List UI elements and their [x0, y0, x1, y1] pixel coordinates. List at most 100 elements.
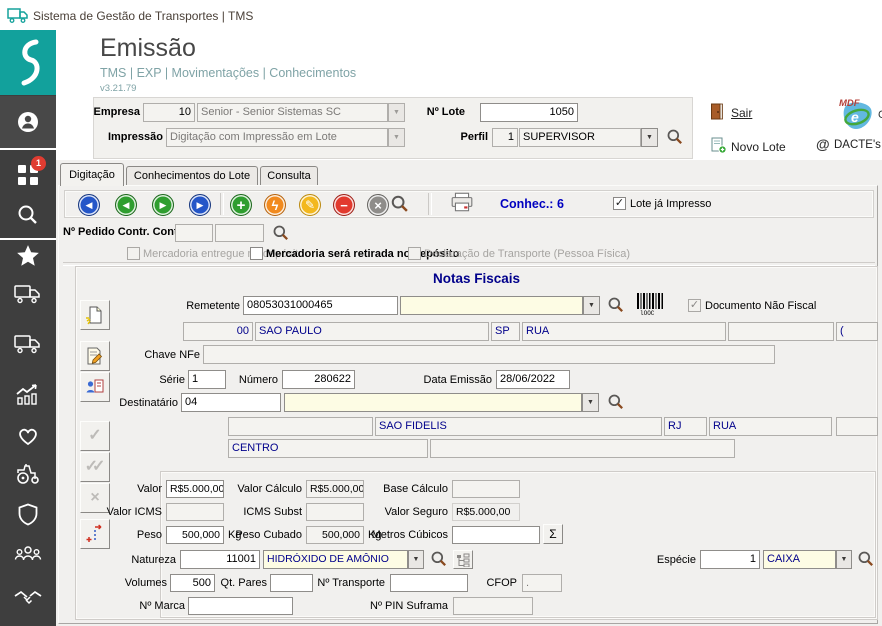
sidebar-item-performance[interactable] [15, 382, 41, 406]
qt-pares-field[interactable] [270, 574, 313, 592]
x-icon: × [90, 489, 100, 506]
edit-button[interactable]: ✎ [299, 194, 321, 216]
person-document-button[interactable] [80, 372, 110, 402]
tab-conhecimentos-do-lote[interactable]: Conhecimentos do Lote [126, 166, 258, 186]
dropdown-arrow-icon[interactable]: ▼ [408, 550, 424, 569]
natureza-code-field[interactable]: 11001 [180, 550, 260, 569]
impressao-select[interactable]: Digitação com Impressão em Lote [166, 128, 388, 147]
valor-seguro-label: Valor Seguro [384, 506, 448, 518]
rem-cidade-codigo-field: 00 [183, 322, 253, 341]
pedido-field-1[interactable] [175, 224, 213, 242]
toolbar-separator [220, 193, 224, 215]
remetente-code-field[interactable]: 08053031000465 [243, 296, 398, 315]
especie-code-field[interactable]: 1 [700, 550, 760, 569]
sidebar-item-fleet-group[interactable] [13, 543, 43, 565]
dropdown-arrow-icon[interactable]: ▼ [641, 128, 658, 147]
valor-icms-label: Valor ICMS [106, 506, 162, 518]
toolbar-search-icon[interactable] [390, 194, 410, 214]
natureza-select[interactable]: HIDRÓXIDO DE AMÔNIO [263, 550, 408, 569]
n-marca-field[interactable] [188, 597, 293, 615]
confirm-all-button[interactable]: ✓✓ [80, 452, 110, 482]
cancel-button[interactable]: × [367, 194, 389, 216]
execute-button[interactable]: ϟ [264, 194, 286, 216]
dropdown-arrow-icon[interactable]: ▼ [583, 296, 600, 315]
dropdown-arrow-icon[interactable]: ▼ [582, 393, 599, 412]
empresa-select[interactable]: Senior - Senior Sistemas SC [197, 103, 388, 122]
destinatario-search-icon[interactable] [607, 393, 625, 411]
dropdown-arrow-icon[interactable]: ▼ [388, 128, 405, 147]
perfil-search-icon[interactable] [666, 128, 684, 146]
sidebar-item-security[interactable] [15, 502, 41, 527]
metros-cubicos-field[interactable] [452, 526, 540, 544]
valor-field[interactable]: R$5.000,00 [166, 480, 224, 498]
novo-lote-button[interactable]: Novo Lote [710, 137, 800, 155]
dropdown-arrow-icon[interactable]: ▼ [836, 550, 852, 569]
sair-button[interactable]: Sair [710, 103, 770, 121]
nav-last-button[interactable]: ▶ [189, 194, 211, 216]
cfop-label: CFOP [486, 577, 517, 589]
senior-logo-icon [21, 39, 40, 86]
data-emissao-label: Data Emissão [423, 374, 492, 386]
entregue-checkbox[interactable] [127, 247, 140, 260]
n-transporte-field[interactable] [390, 574, 468, 592]
tab-consulta[interactable]: Consulta [260, 166, 318, 186]
sidebar-item-partnership[interactable] [13, 588, 43, 608]
tab-digitacao[interactable]: Digitação [60, 163, 124, 186]
nav-first-button[interactable]: ◀ [78, 194, 100, 216]
plus-icon: + [236, 196, 246, 214]
add-button[interactable]: + [230, 194, 252, 216]
declaracao-checkbox[interactable] [408, 247, 421, 260]
senior-logo[interactable] [0, 30, 56, 95]
pedido-search-icon[interactable] [272, 224, 290, 242]
especie-search-icon[interactable] [857, 550, 875, 568]
barcode-icon[interactable]: lOOC [636, 292, 664, 316]
remetente-name-select[interactable] [400, 296, 583, 315]
chave-nfe-field[interactable] [203, 345, 775, 364]
nav-previous-button[interactable]: ◀ [115, 194, 137, 216]
perfil-select[interactable]: SUPERVISOR [519, 128, 641, 147]
sidebar-item-user[interactable] [0, 96, 56, 150]
retirada-checkbox[interactable] [250, 247, 263, 260]
sum-button[interactable]: Σ [543, 524, 563, 544]
sidebar-item-health[interactable] [15, 423, 41, 446]
print-icon[interactable] [450, 192, 474, 212]
edit-record-button[interactable] [80, 341, 110, 371]
perfil-code-field[interactable]: 1 [492, 128, 518, 147]
conhecimentos-count: Conhec.: 6 [500, 197, 564, 211]
dropdown-arrow-icon[interactable]: ▼ [388, 103, 405, 122]
check-mark-icon: ✓ [689, 299, 700, 311]
new-record-button[interactable] [80, 300, 110, 330]
transfer-button[interactable] [80, 519, 110, 549]
volumes-field[interactable]: 500 [170, 574, 215, 592]
lote-field[interactable]: 1050 [480, 103, 578, 122]
especie-select[interactable]: CAIXA [763, 550, 836, 569]
sidebar-item-favorites[interactable] [15, 244, 41, 269]
mdfe-logo-icon: e MDF [839, 98, 872, 129]
valor-label: Valor [137, 483, 162, 495]
data-emissao-field[interactable]: 28/06/2022 [496, 370, 570, 389]
sidebar-item-truck-outbound[interactable] [14, 283, 42, 305]
pedido-field-2[interactable] [215, 224, 264, 242]
numero-field[interactable]: 280622 [282, 370, 355, 389]
nav-next-button[interactable]: ▶ [152, 194, 174, 216]
sidebar-item-truck-inbound[interactable] [14, 333, 42, 355]
dacte-button[interactable]: @ DACTE's [816, 136, 882, 154]
delete-button[interactable]: − [333, 194, 355, 216]
remetente-search-icon[interactable] [607, 296, 625, 314]
empresa-code-field[interactable]: 10 [143, 103, 195, 122]
peso-field[interactable]: 500,000 [166, 526, 224, 544]
natureza-list-button[interactable] [453, 550, 473, 569]
destinatario-label: Destinatário [119, 397, 178, 409]
title-bar: Sistema de Gestão de Transportes | TMS [0, 0, 882, 30]
rem-uf-field: SP [491, 322, 520, 341]
lote-impresso-checkbox[interactable]: ✓ [613, 197, 626, 210]
sidebar-item-equipment[interactable] [14, 462, 42, 486]
doc-nao-fiscal-checkbox[interactable]: ✓ [688, 299, 701, 312]
natureza-search-icon[interactable] [430, 550, 448, 568]
qt-pares-label: Qt. Pares [220, 577, 267, 589]
sidebar-item-search[interactable] [16, 203, 40, 227]
confirm-button[interactable]: ✓ [80, 421, 110, 451]
destinatario-code-field[interactable]: 04 [181, 393, 281, 412]
mdfe-button[interactable]: e MDF C [836, 96, 882, 134]
destinatario-name-select[interactable] [284, 393, 582, 412]
